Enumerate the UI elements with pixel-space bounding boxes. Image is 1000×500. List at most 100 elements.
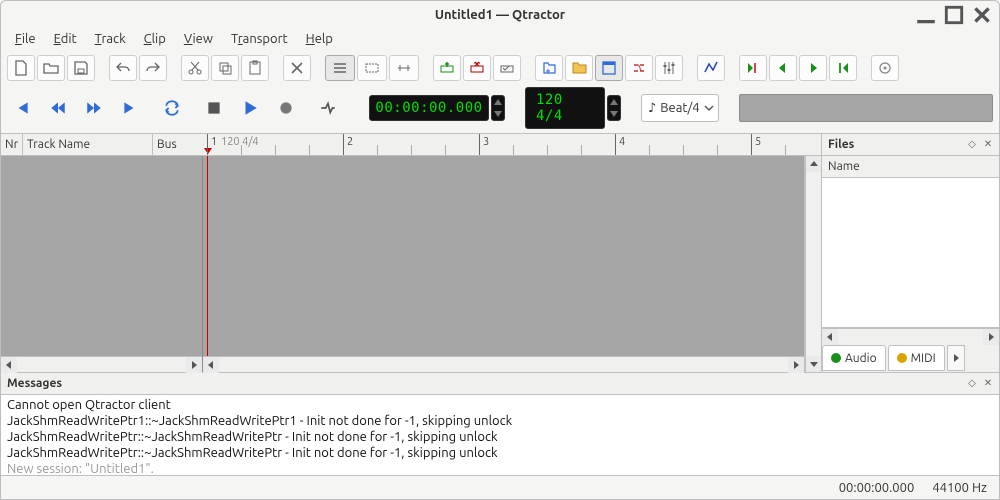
remove-track-button[interactable] (463, 55, 491, 81)
tab-midi[interactable]: MIDI (888, 345, 945, 371)
menu-clip[interactable]: Clip (136, 29, 174, 53)
add-track-button[interactable] (433, 55, 461, 81)
scroll-right-icon[interactable] (186, 357, 202, 373)
redo-button[interactable] (139, 55, 167, 81)
new-button[interactable] (7, 55, 35, 81)
scroll-left-icon[interactable] (203, 357, 219, 373)
connections-button[interactable] (625, 55, 653, 81)
scroll-left-icon[interactable] (822, 329, 838, 345)
menu-view[interactable]: View (176, 29, 221, 53)
messages-panel: Messages ◇ ✕ Cannot open Qtractor client… (1, 372, 999, 475)
message-line: JackShmReadWritePtr1::~JackShmReadWriteP… (7, 413, 993, 429)
stop-button[interactable] (199, 94, 229, 122)
maximize-button[interactable] (943, 4, 965, 26)
tab-audio[interactable]: Audio (822, 345, 886, 371)
message-line-faded: New session: "Untitled1". (7, 461, 993, 475)
loop-button[interactable] (829, 55, 857, 81)
play-button[interactable] (235, 94, 265, 122)
timeline-hscroll[interactable] (203, 356, 804, 372)
messages-body[interactable]: Cannot open Qtractor client JackShmReadW… (1, 395, 999, 475)
messages-panel-title[interactable]: Messages ◇ ✕ (1, 373, 999, 395)
status-bar: 00:00:00.000 44100 Hz (1, 475, 999, 499)
goto-end-button[interactable] (115, 94, 145, 122)
record-button[interactable] (271, 94, 301, 122)
menubar: File Edit Track Clip View Transport Help (1, 29, 999, 53)
note-icon: ♪ (648, 101, 656, 116)
playhead-marker-icon[interactable] (204, 148, 212, 154)
files-panel-title[interactable]: Files ◇ ✕ (822, 134, 999, 156)
punch-button[interactable] (313, 94, 343, 122)
window-title: Untitled1 — Qtractor (435, 8, 565, 22)
midi-panic-button[interactable] (871, 55, 899, 81)
snap-combo[interactable]: ♪ Beat/4 (641, 94, 719, 122)
files-hscroll[interactable] (822, 328, 999, 344)
col-name[interactable]: Track Name (23, 134, 153, 155)
timeline-thumbnail[interactable] (739, 94, 993, 122)
time-display[interactable]: 00:00:00.000 (369, 95, 489, 121)
scroll-right-icon[interactable] (788, 357, 804, 373)
time-spinner[interactable] (491, 95, 505, 121)
app-window: Untitled1 — Qtractor File Edit Track Cli… (0, 0, 1000, 500)
track-list[interactable] (1, 156, 203, 372)
col-nr[interactable]: Nr (1, 134, 23, 155)
menu-help[interactable]: Help (298, 29, 341, 53)
menu-edit[interactable]: Edit (46, 29, 85, 53)
menu-track[interactable]: Track (87, 29, 134, 53)
titlebar: Untitled1 — Qtractor (1, 1, 999, 29)
menu-transport[interactable]: Transport (223, 29, 296, 53)
punch-in-button[interactable] (769, 55, 797, 81)
automation-button[interactable] (697, 55, 725, 81)
cut-button[interactable] (181, 55, 209, 81)
track-list-header: Nr Track Name Bus (1, 134, 203, 156)
tempo-display[interactable]: 120 4/4 (525, 87, 605, 129)
menu-file[interactable]: File (7, 29, 44, 53)
scroll-down-icon[interactable] (806, 356, 821, 372)
snap-value: Beat/4 (660, 101, 699, 115)
mixer-button[interactable] (655, 55, 683, 81)
panel-float-button[interactable]: ◇ (965, 376, 979, 390)
tool-select-button[interactable] (325, 55, 355, 81)
tracks-view: Nr Track Name Bus 1 120 4/4 2 3 4 5 (1, 133, 821, 372)
minimize-button[interactable] (915, 4, 937, 26)
track-props-button[interactable] (493, 55, 521, 81)
panel-close-button[interactable]: ✕ (981, 137, 995, 151)
undo-button[interactable] (109, 55, 137, 81)
scroll-left-icon[interactable] (1, 357, 17, 373)
open-button[interactable] (37, 55, 65, 81)
close-button[interactable] (971, 4, 993, 26)
files-list[interactable] (822, 178, 999, 328)
view-files-button[interactable] (565, 55, 593, 81)
col-bus[interactable]: Bus (153, 134, 203, 155)
view-filesystem-button[interactable] (535, 55, 563, 81)
chevron-down-icon (704, 103, 714, 113)
timeline-vscroll[interactable] (805, 156, 821, 372)
tool-rect-button[interactable] (357, 55, 387, 81)
transport-loop-button[interactable] (157, 94, 187, 122)
delete-button[interactable] (283, 55, 311, 81)
panel-float-button[interactable]: ◇ (965, 137, 979, 151)
tool-range-button[interactable] (389, 55, 419, 81)
loop-set-button[interactable] (739, 55, 767, 81)
main-toolbar (1, 53, 999, 83)
files-list-header[interactable]: Name (822, 156, 999, 178)
view-messages-button[interactable] (595, 55, 623, 81)
message-line: JackShmReadWritePtr::~JackShmReadWritePt… (7, 429, 993, 445)
save-button[interactable] (67, 55, 95, 81)
scroll-up-icon[interactable] (806, 156, 821, 172)
ruler-tempo-label: 120 4/4 (221, 136, 259, 148)
copy-button[interactable] (211, 55, 239, 81)
scroll-right-icon[interactable] (983, 329, 999, 345)
midi-dot-icon (897, 353, 907, 363)
tempo-spinner[interactable] (607, 95, 621, 121)
paste-button[interactable] (241, 55, 269, 81)
timeline-ruler[interactable]: 1 120 4/4 2 3 4 5 (203, 134, 805, 156)
fast-forward-button[interactable] (79, 94, 109, 122)
clip-area[interactable] (203, 156, 805, 372)
tabs-scroll-right[interactable] (947, 345, 965, 371)
tracklist-hscroll[interactable] (1, 356, 202, 372)
panel-close-button[interactable]: ✕ (981, 376, 995, 390)
status-time: 00:00:00.000 (839, 481, 915, 495)
rewind-button[interactable] (43, 94, 73, 122)
goto-start-button[interactable] (7, 94, 37, 122)
punch-out-button[interactable] (799, 55, 827, 81)
